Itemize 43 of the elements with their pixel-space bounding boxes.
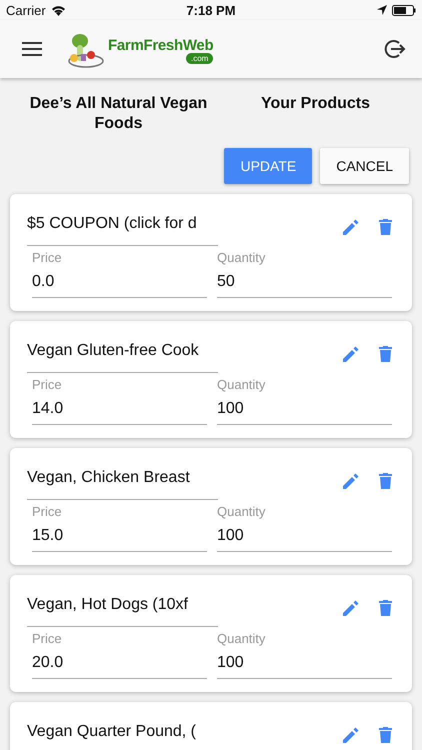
price-field[interactable]: 20.0 xyxy=(32,647,207,679)
price-label: Price xyxy=(32,503,63,520)
delete-icon[interactable] xyxy=(379,727,392,743)
edit-icon[interactable] xyxy=(343,727,359,743)
carrier-label: Carrier xyxy=(6,2,46,18)
quantity-label: Quantity xyxy=(217,630,266,647)
product-name-field[interactable]: Vegan Gluten-free Cook xyxy=(27,335,218,373)
edit-icon[interactable] xyxy=(343,346,359,362)
battery-icon xyxy=(392,4,416,16)
delete-icon[interactable] xyxy=(379,219,392,235)
menu-icon[interactable] xyxy=(22,42,42,56)
edit-icon[interactable] xyxy=(343,219,359,235)
quantity-field[interactable]: 100 xyxy=(217,647,392,679)
edit-icon[interactable] xyxy=(343,600,359,616)
quantity-field[interactable]: 100 xyxy=(217,520,392,552)
product-name-field[interactable]: Vegan, Chicken Breast xyxy=(27,462,218,500)
cancel-button[interactable]: CANCEL xyxy=(320,148,409,184)
quantity-field[interactable]: 50 xyxy=(217,266,392,298)
product-name-field[interactable]: $5 COUPON (click for d xyxy=(27,208,218,246)
price-label: Price xyxy=(32,630,63,647)
logout-icon[interactable] xyxy=(384,38,406,60)
location-arrow-icon xyxy=(376,5,387,15)
quantity-label: Quantity xyxy=(217,376,266,393)
wifi-icon xyxy=(50,4,66,16)
delete-icon[interactable] xyxy=(379,346,392,362)
product-name-field[interactable]: Vegan Quarter Pound, ( xyxy=(27,716,218,750)
clock-time: 7:18 PM xyxy=(186,2,236,18)
price-label: Price xyxy=(32,376,63,393)
price-field[interactable]: 0.0 xyxy=(32,266,207,298)
quantity-label: Quantity xyxy=(217,249,266,266)
delete-icon[interactable] xyxy=(379,473,392,489)
price-field[interactable]: 15.0 xyxy=(32,520,207,552)
logo-domain-badge: .com xyxy=(186,53,214,64)
price-field[interactable]: 14.0 xyxy=(32,393,207,425)
edit-icon[interactable] xyxy=(343,473,359,489)
store-name: Dee’s All Natural Vegan Foods xyxy=(28,94,208,134)
quantity-label: Quantity xyxy=(217,503,266,520)
product-name-field[interactable]: Vegan, Hot Dogs (10xf xyxy=(27,589,218,627)
logo-text: FarmFreshWeb xyxy=(108,38,214,53)
page-title: Your Products xyxy=(260,94,372,114)
delete-icon[interactable] xyxy=(379,600,392,616)
price-label: Price xyxy=(32,249,63,266)
quantity-field[interactable]: 100 xyxy=(217,393,392,425)
